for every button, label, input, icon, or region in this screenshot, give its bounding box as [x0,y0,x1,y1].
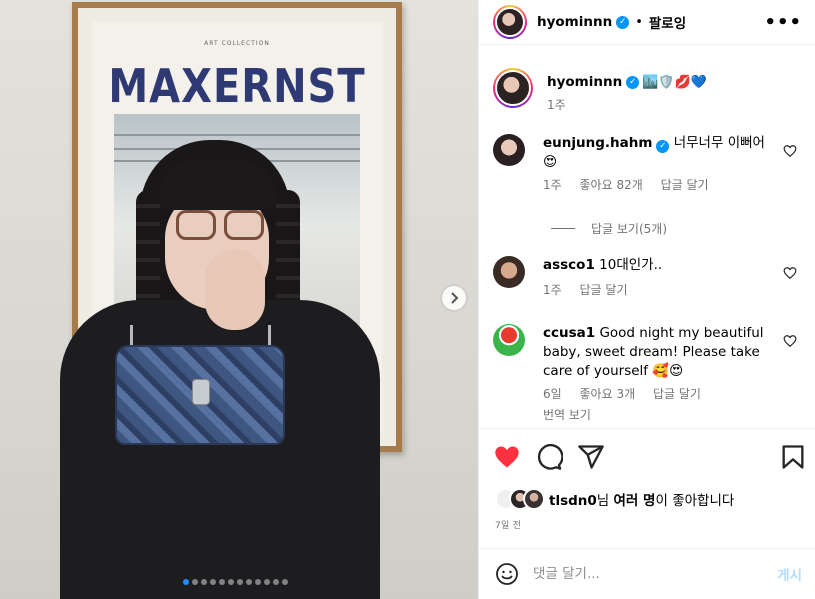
carousel-dot[interactable] [255,579,261,585]
comment-username[interactable]: assco1 [543,257,595,273]
comment-text: 너무너무 이뻐어 [673,135,765,151]
comment-likes[interactable]: 좋아요 82개 [580,178,643,192]
carousel-dot[interactable] [237,579,243,585]
author-username[interactable]: hyominnn [537,14,612,30]
reply-button[interactable]: 답글 달기 [653,387,701,401]
post-date[interactable]: 7일 전 [495,518,521,531]
comment-text: 10대인가.. [599,257,663,273]
comment-item: ccusa1 Good night my beautiful baby, swe… [493,324,811,425]
comment-avatar[interactable] [493,134,525,166]
comments-section: hyominnn ✓ 🏙️🛡️💋💙 1주 eunjung.hahm ✓ 너무너무 … [479,46,815,428]
art-title: MAXERNST [108,60,366,114]
post-panel: hyominnn ✓ • 팔로잉 ••• hyominnn ✓ 🏙️🛡️💋💙 1… [478,0,815,599]
comment-username[interactable]: ccusa1 [543,325,595,341]
add-comment-bar: 게시 [479,548,815,599]
verified-icon: ✓ [656,140,670,153]
glasses-left [176,210,216,240]
comment-time: 1주 [543,283,562,297]
comment-icon[interactable] [535,443,563,471]
carousel-dot[interactable] [219,579,225,585]
share-icon[interactable] [577,443,605,471]
comment-item: eunjung.hahm ✓ 너무너무 이뻐어 😍 1주 좋아요 82개 답글 달… [493,134,811,195]
comment-likes[interactable]: 좋아요 3개 [580,387,636,401]
caption-username[interactable]: hyominnn [547,74,622,90]
view-replies-button[interactable]: 답글 보기(5개) [551,220,667,237]
caption-time: 1주 [547,98,566,112]
comment-time: 6일 [543,387,562,401]
carousel-dot[interactable] [228,579,234,585]
more-options-button[interactable]: ••• [764,12,802,33]
liker-avatars[interactable] [495,488,545,510]
carousel-dot[interactable] [282,579,288,585]
post-image[interactable]: ART COLLECTION MAXERNST [0,0,478,599]
verified-icon: ✓ [616,15,630,29]
emoji-icon[interactable] [495,562,519,586]
caption-text: 🏙️🛡️💋💙 [642,74,707,90]
bag-clasp [192,379,210,405]
comment-like-icon[interactable] [783,266,797,280]
reply-button[interactable]: 답글 달기 [580,283,628,297]
handbag [115,345,285,445]
action-bar [479,428,815,484]
liker-username[interactable]: tlsdn0 [549,493,597,509]
glasses-right [224,210,264,240]
comment-username[interactable]: eunjung.hahm [543,135,652,151]
person-figure [40,130,380,599]
likes-summary: tlsdn0님 여러 명이 좋아합니다 [495,488,734,510]
carousel-dot[interactable] [246,579,252,585]
author-avatar[interactable] [493,5,527,39]
comment-avatar[interactable] [493,324,525,356]
heart-icon[interactable] [493,443,521,471]
comment-emoji: 😍 [543,154,558,170]
comment-item: assco1 10대인가.. 1주 답글 달기 [493,256,811,300]
carousel-dot[interactable] [264,579,270,585]
caption: hyominnn ✓ 🏙️🛡️💋💙 1주 [493,68,707,113]
caption-avatar[interactable] [493,68,533,108]
carousel-dot[interactable] [210,579,216,585]
post-header: hyominnn ✓ • 팔로잉 ••• [479,0,815,45]
header-separator: • [635,14,643,30]
post-comment-button[interactable]: 게시 [777,564,802,584]
reply-button[interactable]: 답글 달기 [661,178,709,192]
comment-emoji: 🥰😍 [652,363,684,379]
verified-icon: ✓ [626,75,640,89]
following-button[interactable]: 팔로잉 [649,12,686,32]
likes-many-button[interactable]: 여러 명 [614,493,656,509]
bookmark-icon[interactable] [779,443,807,471]
next-image-button[interactable] [442,286,466,310]
carousel-dot[interactable] [192,579,198,585]
comment-time: 1주 [543,178,562,192]
comment-avatar[interactable] [493,256,525,288]
comment-like-icon[interactable] [783,334,797,348]
art-subtitle: ART COLLECTION [204,40,270,47]
translate-button[interactable]: 번역 보기 [543,408,591,422]
comment-like-icon[interactable] [783,144,797,158]
carousel-dot[interactable] [273,579,279,585]
comment-input[interactable] [533,566,778,582]
hand [205,250,265,330]
chevron-right-icon [451,292,459,304]
carousel-dot[interactable] [201,579,207,585]
carousel-dots [183,579,288,585]
carousel-dot[interactable] [183,579,189,585]
